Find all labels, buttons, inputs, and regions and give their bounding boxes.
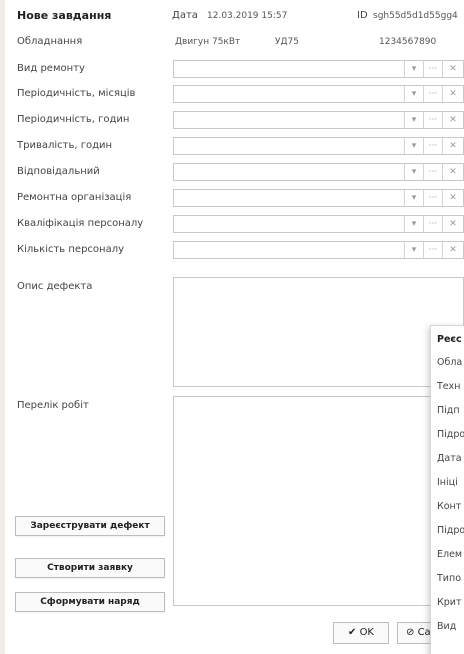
responsible-combo[interactable]: ▾ ··· ✕ (173, 163, 464, 182)
popup-item[interactable]: Вид (437, 621, 456, 632)
staff-qualification-combo[interactable]: ▾ ··· ✕ (173, 215, 464, 234)
equipment-name: Двигун 75кВт (175, 37, 241, 47)
repair-type-input[interactable] (174, 61, 408, 79)
staff-qualification-input[interactable] (174, 216, 408, 234)
popup-item[interactable]: Конт (437, 501, 461, 512)
close-icon[interactable]: ✕ (442, 216, 463, 232)
chevron-down-icon[interactable]: ▾ (404, 86, 423, 102)
repair-type-combo[interactable]: ▾ ··· ✕ (173, 60, 464, 79)
repair-organization-combo[interactable]: ▾ ··· ✕ (173, 189, 464, 208)
popup-item[interactable]: Підп (437, 405, 460, 416)
field-responsible: Відповідальний ▾ ··· ✕ (5, 163, 464, 183)
field-staff-count: Кількість персоналу ▾ ··· ✕ (5, 241, 464, 261)
field-label: Періодичність, годин (17, 114, 130, 125)
close-icon[interactable]: ✕ (442, 138, 463, 154)
chevron-down-icon[interactable]: ▾ (404, 112, 423, 128)
equipment-code: УД75 (275, 37, 299, 47)
cancel-icon: ⊘ (406, 627, 415, 638)
field-repair-type: Вид ремонту ▾ ··· ✕ (5, 60, 464, 80)
chevron-down-icon[interactable]: ▾ (404, 216, 423, 232)
close-icon[interactable]: ✕ (442, 190, 463, 206)
new-task-form: Нове завдання Дата 12.03.2019 15:57 ID s… (5, 0, 464, 654)
field-label: Тривалість, годин (17, 140, 113, 151)
close-icon[interactable]: ✕ (442, 112, 463, 128)
close-icon[interactable]: ✕ (442, 164, 463, 180)
more-icon[interactable]: ··· (423, 216, 442, 232)
equipment-serial: 1234567890 (379, 37, 437, 47)
staff-count-input[interactable] (174, 242, 408, 260)
field-label: Кваліфікація персоналу (17, 218, 144, 229)
defect-description-input[interactable] (173, 277, 464, 387)
chevron-down-icon[interactable]: ▾ (404, 164, 423, 180)
more-icon[interactable]: ··· (423, 138, 442, 154)
create-request-button[interactable]: Створити заявку (15, 558, 165, 578)
popup-item[interactable]: Обла (437, 357, 462, 368)
form-order-button[interactable]: Сформувати наряд (15, 592, 165, 612)
ok-button[interactable]: ✔ OK (333, 622, 389, 644)
close-icon[interactable]: ✕ (442, 61, 463, 77)
register-defect-button[interactable]: Зареєструвати дефект (15, 516, 165, 536)
more-icon[interactable]: ··· (423, 242, 442, 258)
field-label: Ремонтна організація (17, 192, 132, 203)
register-popup: Реєс Обла Техн Підп Підро Дата Ініці Кон… (430, 325, 464, 654)
equipment-row: Обладнання Двигун 75кВт УД75 1234567890 (5, 36, 464, 52)
repair-organization-input[interactable] (174, 190, 408, 208)
responsible-input[interactable] (174, 164, 408, 182)
date-value: 12.03.2019 15:57 (207, 11, 288, 21)
popup-item[interactable]: Елем (437, 549, 462, 560)
popup-item[interactable]: Техн (437, 381, 460, 392)
field-staff-qualification: Кваліфікація персоналу ▾ ··· ✕ (5, 215, 464, 235)
close-icon[interactable]: ✕ (442, 242, 463, 258)
popup-title: Реєс (437, 334, 462, 345)
staff-count-combo[interactable]: ▾ ··· ✕ (173, 241, 464, 260)
work-list-label: Перелік робіт (17, 400, 89, 411)
duration-hours-input[interactable] (174, 138, 408, 156)
popup-item[interactable]: Типо (437, 573, 461, 584)
field-label: Вид ремонту (17, 63, 85, 74)
period-hours-combo[interactable]: ▾ ··· ✕ (173, 111, 464, 130)
more-icon[interactable]: ··· (423, 112, 442, 128)
popup-item[interactable]: Підро (437, 429, 464, 440)
period-months-combo[interactable]: ▾ ··· ✕ (173, 85, 464, 104)
field-repair-organization: Ремонтна організація ▾ ··· ✕ (5, 189, 464, 209)
form-header: Нове завдання Дата 12.03.2019 15:57 ID s… (5, 0, 464, 34)
close-icon[interactable]: ✕ (442, 86, 463, 102)
field-label: Періодичність, місяців (17, 88, 136, 99)
popup-item[interactable]: Дата (437, 453, 462, 464)
id-label: ID (357, 10, 368, 21)
more-icon[interactable]: ··· (423, 86, 442, 102)
field-label: Відповідальний (17, 166, 100, 177)
more-icon[interactable]: ··· (423, 164, 442, 180)
chevron-down-icon[interactable]: ▾ (404, 138, 423, 154)
field-duration-hours: Тривалість, годин ▾ ··· ✕ (5, 137, 464, 157)
chevron-down-icon[interactable]: ▾ (404, 190, 423, 206)
field-period-months: Періодичність, місяців ▾ ··· ✕ (5, 85, 464, 105)
id-value: sgh55d5d1d55gg4 (373, 11, 458, 21)
chevron-down-icon[interactable]: ▾ (404, 242, 423, 258)
cancel-button-label: Ca (417, 627, 431, 638)
popup-item[interactable]: Підро (437, 525, 464, 536)
popup-item[interactable]: Ініці (437, 477, 458, 488)
period-months-input[interactable] (174, 86, 408, 104)
defect-description-label: Опис дефекта (17, 281, 93, 292)
ok-button-label: OK (359, 627, 374, 638)
equipment-label: Обладнання (17, 36, 83, 47)
page-title: Нове завдання (17, 9, 112, 22)
duration-hours-combo[interactable]: ▾ ··· ✕ (173, 137, 464, 156)
field-period-hours: Періодичність, годин ▾ ··· ✕ (5, 111, 464, 131)
chevron-down-icon[interactable]: ▾ (404, 61, 423, 77)
more-icon[interactable]: ··· (423, 61, 442, 77)
more-icon[interactable]: ··· (423, 190, 442, 206)
check-icon: ✔ (347, 627, 357, 638)
field-label: Кількість персоналу (17, 244, 125, 255)
work-list-input[interactable] (173, 396, 464, 606)
popup-item[interactable]: Крит (437, 597, 461, 608)
date-label: Дата (172, 10, 198, 21)
period-hours-input[interactable] (174, 112, 408, 130)
